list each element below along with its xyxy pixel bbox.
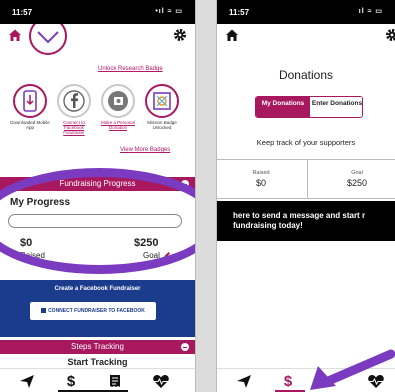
svg-text:$: $ — [284, 373, 293, 389]
section-title: Steps Tracking — [71, 342, 124, 351]
donations-screen: 11:57 ıl ≈ ▭ Donations My Donations Ente… — [216, 0, 395, 392]
badge-mission[interactable]: Mission Badge Unlocked — [142, 84, 182, 130]
send-icon[interactable] — [235, 373, 253, 389]
profile-screen: 11:57 •ıl ≈ ▭ Unlock Research Badge Down… — [0, 0, 196, 392]
raised-label: Raised — [20, 251, 45, 260]
goal-label: Goal — [143, 251, 160, 260]
badge-caption: Downloaded Mobile App — [10, 120, 50, 130]
connect-facebook-button[interactable]: CONNECT FUNDRAISER TO FACEBOOK — [30, 302, 156, 320]
section-title: Fundraising Progress — [59, 179, 136, 188]
badges-row: Downloaded Mobile App Connect to Faceboo… — [10, 84, 186, 144]
enter-donations-tab[interactable]: Enter Donations — [310, 97, 362, 117]
status-icons: •ıl ≈ ▭ — [155, 8, 183, 15]
dollar-icon[interactable]: $ — [62, 373, 80, 389]
app-bar — [217, 24, 395, 46]
view-more-badges-link[interactable]: View More Badges — [120, 147, 170, 153]
stats-divider — [307, 160, 308, 198]
badge-caption: Connect to Facebook Fundraiser — [63, 120, 85, 135]
raised-label: Raised — [252, 170, 270, 176]
collapse-icon[interactable] — [181, 180, 189, 188]
donation-stats: Raised $0 Goal $250 — [217, 159, 395, 199]
tab-bar: $ — [217, 368, 395, 392]
goal-amount: $250 — [134, 237, 159, 249]
home-icon[interactable] — [8, 28, 22, 42]
badge-caption: Make a Personal Donation — [101, 120, 135, 130]
donation-icon — [108, 91, 128, 111]
facebook-panel-title: Create a Facebook Fundraiser — [54, 286, 141, 292]
facebook-icon — [41, 308, 47, 314]
send-message-banner[interactable]: here to send a message and start r fundr… — [217, 201, 395, 241]
svg-text:$: $ — [67, 373, 76, 389]
badge-facebook[interactable]: Connect to Facebook Fundraiser — [54, 84, 94, 135]
edit-goal-icon[interactable] — [163, 251, 171, 259]
receipt-icon[interactable] — [106, 373, 124, 389]
send-icon[interactable] — [18, 373, 36, 389]
status-icons: ıl ≈ ▭ — [358, 8, 383, 15]
steps-tracking-header[interactable]: Steps Tracking — [0, 340, 195, 354]
facebook-fundraiser-panel: Create a Facebook Fundraiser CONNECT FUN… — [0, 280, 195, 337]
facebook-icon — [63, 90, 85, 112]
home-icon[interactable] — [225, 28, 239, 42]
heart-pulse-icon[interactable] — [152, 373, 170, 389]
app-bar — [0, 24, 195, 46]
page-title: Donations — [278, 68, 334, 82]
fundraising-progress-bar — [8, 214, 182, 228]
dollar-icon[interactable]: $ — [279, 373, 297, 389]
status-bar: 11:57 •ıl ≈ ▭ — [0, 0, 195, 24]
badge-caption: Mission Badge Unlocked — [147, 120, 177, 130]
status-time: 11:57 — [12, 8, 33, 17]
goal-value: $250 — [346, 178, 368, 188]
fundraising-progress-header[interactable]: Fundraising Progress — [0, 177, 195, 191]
gear-icon[interactable] — [173, 28, 187, 42]
connect-facebook-label: CONNECT FUNDRAISER TO FACEBOOK — [48, 308, 145, 314]
subtitle: Keep track of your supporters — [256, 138, 356, 147]
raised-value: $0 — [255, 178, 266, 188]
collapse-icon[interactable] — [181, 343, 189, 351]
my-progress-title: My Progress — [10, 197, 71, 208]
phone-download-icon — [23, 90, 37, 112]
status-bar: 11:57 ıl ≈ ▭ — [217, 0, 395, 24]
badge-downloaded-app[interactable]: Downloaded Mobile App — [10, 84, 50, 130]
gear-icon[interactable] — [385, 28, 395, 42]
mission-badge-icon — [153, 92, 171, 110]
goal-label: Goal — [351, 170, 363, 176]
donations-segmented-control: My Donations Enter Donations — [255, 96, 363, 118]
unlock-research-badge-link[interactable]: Unlock Research Badge — [98, 66, 163, 72]
badge-donation[interactable]: Make a Personal Donation — [98, 84, 138, 130]
start-tracking-label: Start Tracking — [67, 357, 128, 367]
heart-pulse-icon[interactable] — [367, 373, 385, 389]
raised-amount: $0 — [20, 237, 33, 249]
my-donations-tab[interactable]: My Donations — [256, 97, 310, 117]
status-time: 11:57 — [229, 8, 250, 17]
tab-bar: $ — [0, 368, 195, 392]
